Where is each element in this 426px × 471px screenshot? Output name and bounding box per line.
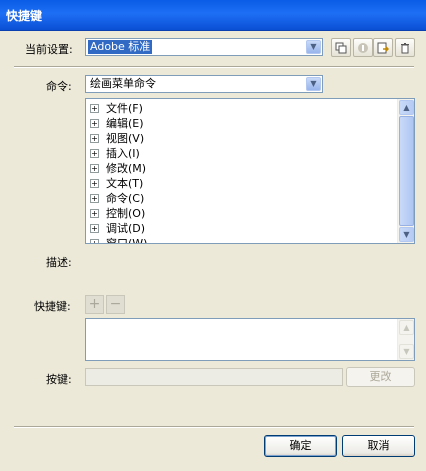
title-bar: 快捷键 (0, 0, 426, 31)
tree-item-label: 文本(T) (106, 177, 144, 190)
scroll-down-icon[interactable]: ▼ (399, 227, 414, 242)
commands-tree-rows: + 文件(F) + 编辑(E) + 视图(V) + 插入(I) + 修改(M) + 文本(T) + 命令(… (90, 101, 148, 244)
tree-item-label: 视图(V) (106, 132, 145, 145)
tree-item[interactable]: + 窗口(W) (90, 236, 148, 244)
expand-plus-icon[interactable]: + (90, 118, 99, 128)
tree-item[interactable]: + 插入(I) (90, 146, 147, 161)
shortcut-label: 快捷键: (34, 300, 71, 313)
tree-item[interactable]: + 文件(F) (90, 101, 147, 116)
current-set-dropdown[interactable]: Adobe 标准 ▼ (85, 38, 323, 56)
tree-item[interactable]: + 文本(T) (90, 176, 147, 191)
add-shortcut-button[interactable]: + (85, 295, 104, 314)
tree-item[interactable]: + 调试(D) (90, 221, 147, 236)
duplicate-set-icon (335, 42, 347, 54)
tree-item-label: 控制(O) (106, 207, 146, 220)
description-label: 描述: (46, 256, 72, 269)
scroll-thumb[interactable] (399, 116, 414, 226)
press-key-label: 按键: (46, 373, 72, 386)
delete-set-button[interactable] (395, 38, 415, 57)
scroll-down-icon: ▼ (399, 344, 414, 359)
chevron-down-icon[interactable]: ▼ (306, 77, 321, 91)
expand-plus-icon[interactable]: + (90, 208, 99, 218)
tree-item-label: 插入(I) (106, 147, 140, 160)
expand-plus-icon[interactable]: + (90, 163, 99, 173)
tree-item-label: 文件(F) (106, 102, 143, 115)
tree-item[interactable]: + 视图(V) (90, 131, 147, 146)
export-set-icon (377, 42, 390, 54)
commands-label: 命令: (46, 80, 72, 93)
chevron-down-icon[interactable]: ▼ (306, 40, 321, 54)
tree-item-label: 窗口(W) (106, 237, 148, 244)
scroll-up-icon[interactable]: ▲ (399, 100, 414, 115)
expand-plus-icon[interactable]: + (90, 193, 99, 203)
divider-top (14, 66, 414, 68)
expand-plus-icon[interactable]: + (90, 223, 99, 233)
current-set-value: Adobe 标准 (88, 40, 153, 54)
scroll-up-icon: ▲ (399, 320, 414, 335)
expand-plus-icon[interactable]: + (90, 178, 99, 188)
commands-value: 绘画菜单命令 (90, 77, 156, 90)
export-set-button[interactable] (373, 38, 393, 57)
expand-plus-icon[interactable]: + (90, 133, 99, 143)
press-key-input[interactable] (85, 368, 343, 386)
window-title: 快捷键 (6, 9, 43, 23)
commands-dropdown[interactable]: 绘画菜单命令 ▼ (85, 75, 323, 93)
change-button[interactable]: 更改 (346, 367, 415, 387)
duplicate-set-button[interactable] (331, 38, 351, 57)
divider-bottom (14, 426, 414, 428)
commands-tree-scrollbar[interactable]: ▲ ▼ (397, 99, 414, 243)
tree-item-label: 编辑(E) (106, 117, 144, 130)
expand-plus-icon[interactable]: + (90, 238, 99, 243)
shortcut-list[interactable]: ▲ ▼ (85, 318, 415, 361)
tree-item[interactable]: + 控制(O) (90, 206, 147, 221)
tree-item-label: 命令(C) (106, 192, 145, 205)
delete-set-icon (401, 43, 409, 54)
rename-set-button[interactable] (353, 38, 373, 57)
rename-set-icon (358, 43, 368, 53)
tree-item[interactable]: + 命令(C) (90, 191, 147, 206)
tree-item[interactable]: + 编辑(E) (90, 116, 147, 131)
shortcut-list-scrollbar: ▲ ▼ (397, 319, 414, 360)
ok-button[interactable]: 确定 (264, 435, 337, 457)
tree-item-label: 调试(D) (106, 222, 146, 235)
tree-item[interactable]: + 修改(M) (90, 161, 147, 176)
remove-shortcut-button[interactable]: − (106, 295, 125, 314)
current-set-label: 当前设置: (25, 43, 73, 56)
expand-plus-icon[interactable]: + (90, 103, 99, 113)
tree-item-label: 修改(M) (106, 162, 147, 175)
commands-tree[interactable]: + 文件(F) + 编辑(E) + 视图(V) + 插入(I) + 修改(M) + 文本(T) + 命令(… (85, 98, 415, 244)
expand-plus-icon[interactable]: + (90, 148, 99, 158)
cancel-button[interactable]: 取消 (342, 435, 415, 457)
